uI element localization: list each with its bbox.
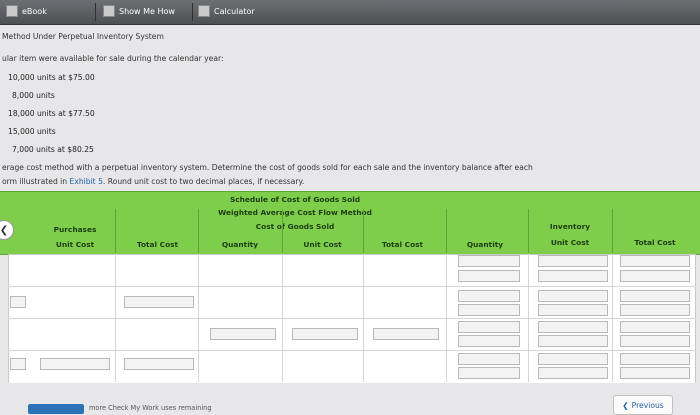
col-cogs-total-cost: Total Cost xyxy=(381,240,424,249)
show-me-how-label: Show Me How xyxy=(119,6,175,16)
col-divider xyxy=(363,254,364,382)
units-line: 15,000 units xyxy=(8,127,56,136)
header-divider xyxy=(198,209,199,253)
inventory-group-header: Inventory xyxy=(549,222,591,231)
inventory-total-cost-input[interactable] xyxy=(620,255,690,267)
inventory-quantity-input[interactable] xyxy=(458,335,520,347)
inventory-unit-cost-input[interactable] xyxy=(538,255,608,267)
purchases-unit-cost-input[interactable] xyxy=(40,358,110,370)
purchases-total-cost-input[interactable] xyxy=(124,358,194,370)
header-divider xyxy=(446,209,447,253)
inventory-unit-cost-input[interactable] xyxy=(538,367,608,379)
units-line: 10,000 units at $75.00 xyxy=(8,73,95,82)
page-heading: Method Under Perpetual Inventory System xyxy=(2,32,164,41)
units-line: 7,000 units at $80.25 xyxy=(12,145,94,154)
inventory-quantity-input[interactable] xyxy=(458,321,520,333)
header-divider xyxy=(115,209,116,253)
schedule-header: Schedule of Cost of Goods Sold Weighted … xyxy=(0,191,700,255)
col-inventory-unit-cost: Unit Cost xyxy=(550,238,590,247)
col-divider xyxy=(282,254,283,382)
remaining-checks-text: more Check My Work uses remaining xyxy=(89,404,212,412)
inventory-unit-cost-input[interactable] xyxy=(538,270,608,282)
row-divider xyxy=(8,318,696,319)
col-cogs-quantity: Quantity xyxy=(221,240,259,249)
inventory-total-cost-input[interactable] xyxy=(620,321,690,333)
inventory-unit-cost-input[interactable] xyxy=(538,290,608,302)
book-icon xyxy=(6,5,18,17)
cogs-unit-cost-input[interactable] xyxy=(292,328,358,340)
col-divider xyxy=(115,254,116,382)
toolbar-divider xyxy=(95,3,96,21)
toolbar-divider xyxy=(192,3,193,21)
date-input[interactable] xyxy=(10,296,26,308)
inventory-quantity-input[interactable] xyxy=(458,304,520,316)
calculator-button[interactable]: Calculator xyxy=(198,5,255,17)
purchases-group-header: Purchases xyxy=(53,225,97,234)
inventory-total-cost-input[interactable] xyxy=(620,335,690,347)
chevron-left-icon: ❮ xyxy=(622,400,629,410)
col-divider xyxy=(528,254,529,382)
inventory-quantity-input[interactable] xyxy=(458,290,520,302)
units-line: 8,000 units xyxy=(12,91,55,100)
col-cogs-unit-cost: Unit Cost xyxy=(303,240,342,249)
top-toolbar: eBook Show Me How Calculator xyxy=(0,0,700,25)
inventory-unit-cost-input[interactable] xyxy=(538,321,608,333)
cogs-total-cost-input[interactable] xyxy=(373,328,439,340)
header-divider xyxy=(363,209,364,253)
col-purchases-total-cost: Total Cost xyxy=(136,240,179,249)
date-input[interactable] xyxy=(10,358,26,370)
header-divider xyxy=(282,209,283,253)
col-divider xyxy=(612,254,613,382)
schedule-title: Schedule of Cost of Goods Sold xyxy=(229,195,361,204)
inventory-total-cost-input[interactable] xyxy=(620,270,690,282)
video-icon xyxy=(103,5,115,17)
show-me-how-button[interactable]: Show Me How xyxy=(103,5,175,17)
col-divider xyxy=(198,254,199,382)
inventory-unit-cost-input[interactable] xyxy=(538,304,608,316)
inventory-quantity-input[interactable] xyxy=(458,270,520,282)
inventory-quantity-input[interactable] xyxy=(458,367,520,379)
inventory-quantity-input[interactable] xyxy=(458,255,520,267)
check-my-work-button[interactable] xyxy=(28,404,84,414)
schedule-subtitle: Weighted Average Cost Flow Method xyxy=(218,208,372,217)
row-divider xyxy=(8,286,696,287)
calculator-label: Calculator xyxy=(214,6,255,16)
previous-label: Previous xyxy=(631,400,664,410)
col-inventory-quantity: Quantity xyxy=(466,240,504,249)
purchases-total-cost-input[interactable] xyxy=(124,296,194,308)
instruction-line-1: erage cost method with a perpetual inven… xyxy=(2,163,533,172)
ebook-button[interactable]: eBook xyxy=(6,5,47,17)
row-divider xyxy=(8,350,696,351)
col-inventory-total-cost: Total Cost xyxy=(634,238,676,247)
inventory-unit-cost-input[interactable] xyxy=(538,335,608,347)
header-divider xyxy=(528,209,529,253)
instruction-line-2: orm illustrated in Exhibit 5. Round unit… xyxy=(2,177,305,186)
calculator-icon xyxy=(198,5,210,17)
units-line: 18,000 units at $77.50 xyxy=(8,109,95,118)
ebook-label: eBook xyxy=(22,6,47,16)
col-divider xyxy=(446,254,447,382)
inventory-total-cost-input[interactable] xyxy=(620,304,690,316)
previous-button[interactable]: ❮ Previous xyxy=(613,395,673,415)
inventory-total-cost-input[interactable] xyxy=(620,367,690,379)
intro-text: ular item were available for sale during… xyxy=(2,54,224,63)
inventory-total-cost-input[interactable] xyxy=(620,353,690,365)
inventory-total-cost-input[interactable] xyxy=(620,290,690,302)
col-purchases-unit-cost: Unit Cost xyxy=(55,240,95,249)
inventory-unit-cost-input[interactable] xyxy=(538,353,608,365)
cogs-quantity-input[interactable] xyxy=(210,328,276,340)
exhibit-link[interactable]: Exhibit 5 xyxy=(70,177,103,186)
inventory-quantity-input[interactable] xyxy=(458,353,520,365)
header-divider xyxy=(612,209,613,253)
